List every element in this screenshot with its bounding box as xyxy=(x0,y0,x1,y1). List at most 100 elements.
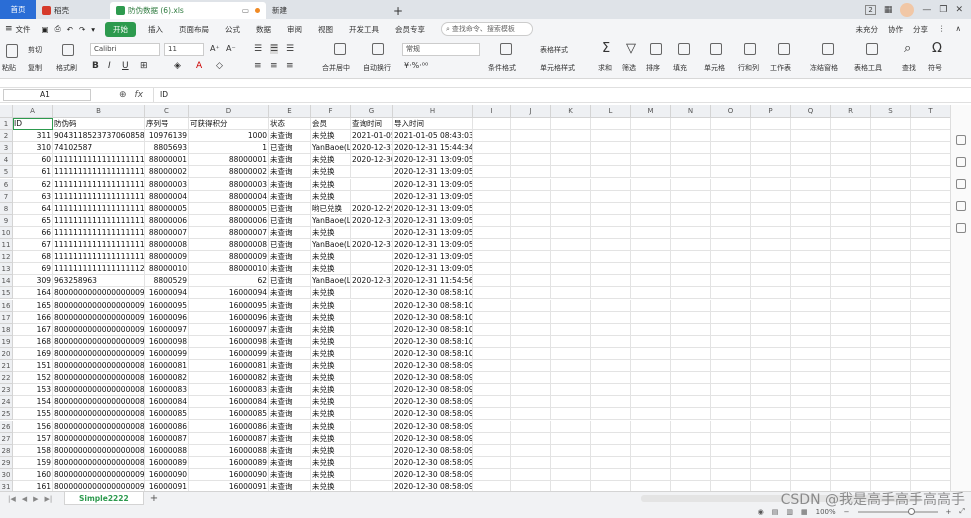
table-cell[interactable] xyxy=(711,287,751,300)
table-cell[interactable] xyxy=(591,335,631,348)
filter-button[interactable]: 筛选 xyxy=(622,63,636,73)
table-cell[interactable] xyxy=(591,323,631,336)
table-cell[interactable]: 167 xyxy=(13,323,53,336)
table-cell[interactable] xyxy=(751,287,791,300)
table-cell[interactable] xyxy=(871,456,911,469)
row-header[interactable]: 6 xyxy=(0,178,13,191)
table-cell[interactable] xyxy=(631,444,671,457)
table-cell[interactable] xyxy=(631,432,671,445)
table-cell[interactable]: 未查询 xyxy=(269,432,311,445)
table-cell[interactable]: 80000000000000000081 xyxy=(53,360,145,373)
table-cell[interactable] xyxy=(473,420,511,433)
table-cell[interactable]: 2020-12-30 08:58:09 xyxy=(393,444,473,457)
table-cell[interactable] xyxy=(751,299,791,312)
table-cell[interactable]: 2020-12-29 xyxy=(351,202,393,215)
zoom-slider[interactable] xyxy=(857,507,938,515)
column-header[interactable]: T xyxy=(911,105,950,118)
table-cell[interactable] xyxy=(631,214,671,227)
table-cell[interactable]: 未查询 xyxy=(269,130,311,143)
table-cell[interactable] xyxy=(473,444,511,457)
table-cell[interactable]: 2020-12-31 13:09:05 xyxy=(393,166,473,179)
table-cell[interactable] xyxy=(591,166,631,179)
table-cell[interactable]: 2020-12-31 xyxy=(351,214,393,227)
table-cell[interactable] xyxy=(911,457,950,469)
freeze-button[interactable]: 冻结窗格 xyxy=(810,63,838,73)
table-cell[interactable] xyxy=(871,360,911,373)
table-cell[interactable]: 16000094 xyxy=(145,287,189,300)
table-cell[interactable]: 16000087 xyxy=(189,432,269,445)
table-cell[interactable]: 88000003 xyxy=(145,178,189,191)
table-cell[interactable]: 防伪码 xyxy=(53,118,145,131)
italic-button[interactable]: I xyxy=(108,61,111,71)
table-cell[interactable] xyxy=(551,481,591,491)
column-header[interactable]: H xyxy=(393,105,473,118)
table-cell[interactable] xyxy=(751,372,791,385)
table-cell[interactable] xyxy=(671,166,711,179)
table-cell[interactable] xyxy=(751,323,791,336)
table-cell[interactable] xyxy=(631,118,671,131)
table-cell[interactable]: 158 xyxy=(13,444,53,457)
table-cell[interactable]: 16000085 xyxy=(189,408,269,421)
table-cell[interactable] xyxy=(551,335,591,348)
number-format-select[interactable]: 常规 xyxy=(402,43,480,56)
table-cell[interactable]: 80000000000000000096 xyxy=(53,311,145,324)
table-cell[interactable] xyxy=(751,166,791,179)
table-cell[interactable]: 8805693 xyxy=(145,142,189,155)
table-cell[interactable]: 2020-12-30 08:58:10 xyxy=(393,299,473,312)
table-cell[interactable]: 已查询 xyxy=(269,142,311,155)
table-cell[interactable] xyxy=(751,214,791,227)
table-cell[interactable] xyxy=(351,444,393,457)
table-cell[interactable]: 未查询 xyxy=(269,335,311,348)
table-cell[interactable] xyxy=(631,456,671,469)
row-header[interactable]: 3 xyxy=(0,142,13,155)
table-cell[interactable] xyxy=(591,214,631,227)
table-cell[interactable] xyxy=(591,226,631,239)
table-cell[interactable] xyxy=(671,408,711,421)
table-cell[interactable]: 未兑换 xyxy=(311,251,351,264)
table-cell[interactable] xyxy=(473,178,511,191)
table-cell[interactable] xyxy=(871,372,911,385)
align-right-icon[interactable]: ≡ xyxy=(286,61,294,71)
table-cell[interactable] xyxy=(551,420,591,433)
row-header[interactable]: 19 xyxy=(0,335,13,348)
table-cell[interactable]: 2020-12-31 xyxy=(351,142,393,155)
copy-button[interactable]: 复制 xyxy=(28,63,42,73)
table-cell[interactable]: 16000096 xyxy=(145,311,189,324)
table-cell[interactable] xyxy=(831,323,871,336)
table-cell[interactable]: 80000000000000000098 xyxy=(53,335,145,348)
table-cell[interactable] xyxy=(473,154,511,167)
table-cell[interactable] xyxy=(671,190,711,203)
table-cell[interactable] xyxy=(511,202,551,215)
table-cell[interactable] xyxy=(831,130,871,143)
table-cell[interactable] xyxy=(351,251,393,264)
table-cell[interactable] xyxy=(831,456,871,469)
table-cell[interactable]: 未查询 xyxy=(269,347,311,360)
currency-format-icon[interactable]: ¥·%·⁰⁰ xyxy=(404,61,428,70)
table-cell[interactable] xyxy=(551,287,591,300)
table-cell[interactable]: 80000000000000000083 xyxy=(53,384,145,397)
table-cell[interactable] xyxy=(751,396,791,409)
page-count-badge[interactable]: 2 xyxy=(865,4,876,15)
table-cell[interactable] xyxy=(751,142,791,155)
row-header[interactable]: 15 xyxy=(0,287,13,300)
grow-font-icon[interactable]: A⁺ xyxy=(210,44,220,53)
table-cell[interactable]: 16000099 xyxy=(189,347,269,360)
table-cell[interactable] xyxy=(351,420,393,433)
table-cell[interactable] xyxy=(591,311,631,324)
table-cell[interactable] xyxy=(791,214,831,227)
table-cell[interactable] xyxy=(871,251,911,264)
table-cell[interactable] xyxy=(711,396,751,409)
side-style-icon[interactable] xyxy=(956,157,966,167)
table-cell[interactable] xyxy=(631,287,671,300)
table-cell[interactable] xyxy=(631,251,671,264)
table-cell[interactable]: 88000001 xyxy=(189,154,269,167)
table-cell[interactable]: 67 xyxy=(13,239,53,252)
table-cell[interactable] xyxy=(551,468,591,481)
table-cell[interactable]: 未兑换 xyxy=(311,360,351,373)
table-cell[interactable]: 2020-12-31 xyxy=(351,239,393,252)
table-cell[interactable] xyxy=(751,178,791,191)
table-cell[interactable] xyxy=(473,239,511,252)
table-cell[interactable] xyxy=(473,347,511,360)
table-cell[interactable] xyxy=(351,287,393,300)
column-header[interactable]: O xyxy=(711,105,751,118)
